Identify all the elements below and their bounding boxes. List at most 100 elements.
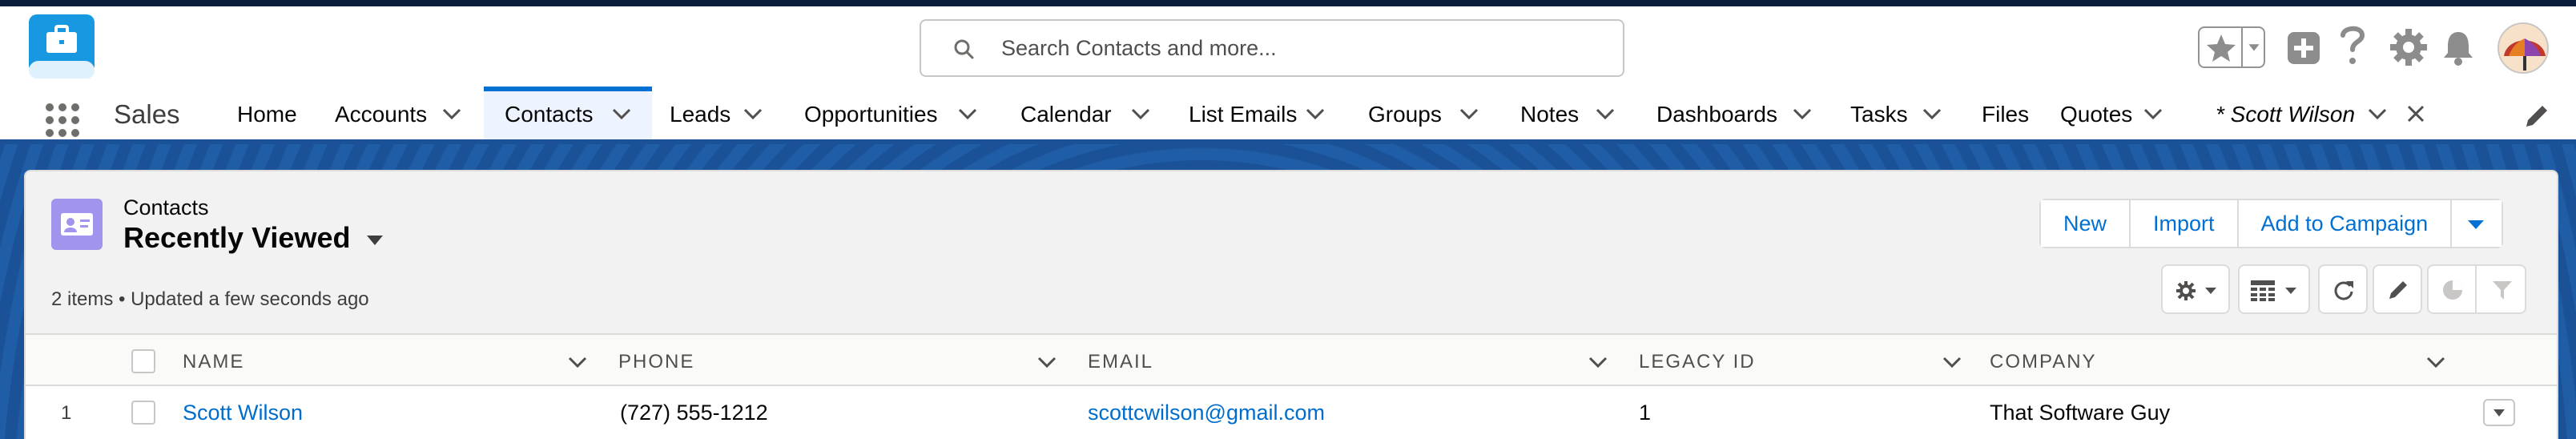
action-button-group: New Import Add to Campaign bbox=[2039, 199, 2504, 248]
chevron-down-icon bbox=[2285, 288, 2296, 294]
tab-tasks[interactable]: Tasks bbox=[1836, 87, 1964, 139]
refresh-icon bbox=[2334, 281, 2353, 300]
chevron-down-icon[interactable] bbox=[2425, 356, 2446, 369]
list-settings-button[interactable] bbox=[2161, 264, 2230, 314]
tab-notes[interactable]: Notes bbox=[1506, 87, 1634, 139]
app-name: Sales bbox=[114, 99, 180, 129]
list-view-picker-icon[interactable] bbox=[365, 234, 384, 247]
add-to-campaign-button[interactable]: Add to Campaign bbox=[2238, 200, 2453, 247]
salesforce-logo[interactable] bbox=[29, 14, 95, 79]
phone-cell: (727) 555-1212 bbox=[620, 401, 768, 425]
more-actions-button[interactable] bbox=[2452, 200, 2502, 247]
list-view-card: Contacts Recently Viewed 2 items • Updat… bbox=[24, 170, 2558, 439]
tab-list-emails[interactable]: List Emails bbox=[1174, 87, 1350, 139]
chevron-down-icon[interactable] bbox=[441, 106, 463, 122]
row-checkbox[interactable] bbox=[131, 401, 155, 425]
contact-name-link[interactable]: Scott Wilson bbox=[183, 401, 303, 425]
tab-label: Opportunities bbox=[804, 102, 938, 127]
chevron-down-icon[interactable] bbox=[1458, 106, 1480, 122]
table-header: NAME PHONE EMAIL LEGACY ID COMPANY bbox=[26, 333, 2557, 386]
global-search[interactable] bbox=[920, 19, 1624, 77]
global-header bbox=[0, 6, 2576, 87]
pie-chart-icon bbox=[2443, 280, 2462, 300]
chevron-down-icon[interactable] bbox=[1942, 356, 1962, 369]
favorites-button[interactable] bbox=[2198, 26, 2265, 68]
tab-dashboards[interactable]: Dashboards bbox=[1642, 87, 1817, 139]
list-view-title[interactable]: Recently Viewed bbox=[123, 221, 350, 255]
column-header-phone[interactable]: PHONE bbox=[618, 351, 694, 373]
tab-label: Groups bbox=[1368, 102, 1442, 127]
search-icon bbox=[954, 39, 974, 59]
chevron-down-icon[interactable] bbox=[610, 106, 633, 122]
refresh-button[interactable] bbox=[2318, 264, 2368, 314]
charts-button[interactable] bbox=[2429, 266, 2477, 312]
tab-quotes[interactable]: Quotes bbox=[2046, 87, 2174, 139]
contacts-icon bbox=[51, 199, 103, 250]
tab-label: List Emails bbox=[1189, 102, 1298, 127]
gear-icon bbox=[2176, 281, 2196, 300]
company-cell: That Software Guy bbox=[1990, 401, 2171, 425]
tab-label: Home bbox=[237, 102, 297, 127]
chevron-down-icon bbox=[2493, 409, 2505, 417]
logo-cloud bbox=[29, 61, 95, 79]
tab-calendar[interactable]: Calendar bbox=[1006, 87, 1165, 139]
table-view-icon bbox=[2251, 280, 2275, 301]
row-number: 1 bbox=[61, 402, 72, 424]
column-header-legacy-id[interactable]: LEGACY ID bbox=[1639, 351, 1756, 373]
list-view-meta: 2 items • Updated a few seconds ago bbox=[51, 288, 369, 310]
tab-scott-wilson[interactable]: * Scott Wilson bbox=[2201, 87, 2433, 139]
tab-label: Accounts bbox=[335, 102, 428, 127]
chevron-down-icon[interactable] bbox=[742, 106, 764, 122]
chevron-down-icon[interactable] bbox=[1921, 106, 1943, 122]
edit-nav-icon[interactable] bbox=[2523, 103, 2550, 130]
close-icon[interactable] bbox=[2406, 104, 2425, 123]
chevron-down-icon[interactable] bbox=[1304, 106, 1326, 122]
inline-edit-button[interactable] bbox=[2373, 264, 2422, 314]
select-all-checkbox[interactable] bbox=[131, 349, 155, 373]
tab-leads[interactable]: Leads bbox=[655, 87, 783, 139]
chevron-down-icon bbox=[2468, 220, 2485, 229]
star-icon bbox=[2207, 34, 2236, 62]
help-icon[interactable] bbox=[2339, 24, 2366, 69]
chevron-down-icon[interactable] bbox=[1791, 106, 1813, 122]
chevron-down-icon[interactable] bbox=[1036, 356, 1057, 369]
chevron-down-icon bbox=[2241, 28, 2260, 66]
column-header-name[interactable]: NAME bbox=[183, 351, 244, 373]
row-actions-button[interactable] bbox=[2483, 399, 2515, 426]
chevron-down-icon[interactable] bbox=[1594, 106, 1616, 122]
gear-icon[interactable] bbox=[2389, 27, 2429, 67]
search-input[interactable] bbox=[1001, 32, 1594, 64]
tab-label: Dashboards bbox=[1656, 102, 1777, 127]
tab-home[interactable]: Home bbox=[223, 87, 311, 139]
column-header-email[interactable]: EMAIL bbox=[1088, 351, 1153, 373]
tab-opportunities[interactable]: Opportunities bbox=[790, 87, 1000, 139]
filters-button[interactable] bbox=[2478, 266, 2526, 312]
add-icon[interactable] bbox=[2286, 30, 2321, 66]
legacy-id-cell: 1 bbox=[1639, 401, 1652, 425]
contact-card-icon bbox=[61, 213, 93, 236]
bell-icon[interactable] bbox=[2441, 29, 2475, 66]
briefcase-icon bbox=[46, 25, 77, 53]
top-strip bbox=[0, 0, 2576, 6]
tab-contacts[interactable]: Contacts bbox=[484, 87, 652, 139]
avatar[interactable] bbox=[2498, 22, 2549, 74]
tab-groups[interactable]: Groups bbox=[1354, 87, 1495, 139]
new-button[interactable]: New bbox=[2041, 200, 2131, 247]
tab-label: Tasks bbox=[1850, 102, 1908, 127]
email-link[interactable]: scottcwilson@gmail.com bbox=[1088, 401, 1325, 425]
chevron-down-icon[interactable] bbox=[2366, 106, 2389, 122]
chevron-down-icon[interactable] bbox=[1588, 356, 1608, 369]
display-as-button[interactable] bbox=[2238, 264, 2310, 314]
chevron-down-icon[interactable] bbox=[567, 356, 588, 369]
tab-accounts[interactable]: Accounts bbox=[320, 87, 473, 139]
tab-files[interactable]: Files bbox=[1967, 87, 2039, 139]
chevron-down-icon[interactable] bbox=[2142, 106, 2164, 122]
chevron-down-icon[interactable] bbox=[1129, 106, 1152, 122]
chevron-down-icon[interactable] bbox=[956, 106, 979, 122]
tab-label: Calendar bbox=[1020, 102, 1112, 127]
app-launcher-icon[interactable] bbox=[45, 103, 80, 138]
avatar-image bbox=[2504, 38, 2546, 70]
object-label: Contacts bbox=[123, 195, 209, 220]
import-button[interactable]: Import bbox=[2131, 200, 2239, 247]
column-header-company[interactable]: COMPANY bbox=[1990, 351, 2097, 373]
